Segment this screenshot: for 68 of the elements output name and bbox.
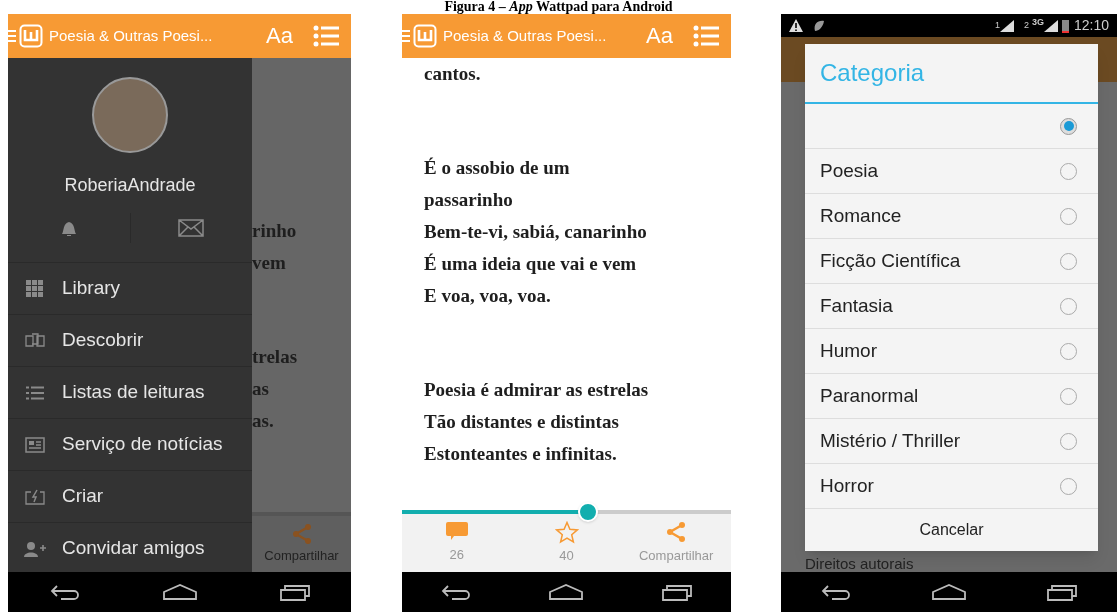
home-button[interactable] bbox=[548, 583, 585, 601]
share-icon bbox=[290, 522, 313, 547]
category-option[interactable]: Romance bbox=[805, 194, 1098, 239]
poem-line: as bbox=[252, 377, 270, 401]
slider-thumb[interactable] bbox=[577, 502, 598, 522]
category-option[interactable]: Horror bbox=[805, 464, 1098, 509]
category-option[interactable]: Humor bbox=[805, 329, 1098, 374]
poem-line: passarinho bbox=[424, 188, 514, 212]
newspaper-icon bbox=[25, 436, 45, 453]
envelope-icon[interactable] bbox=[178, 219, 205, 237]
home-button[interactable] bbox=[161, 583, 198, 601]
category-option[interactable]: Ficção Científica bbox=[805, 239, 1098, 284]
grid-icon bbox=[26, 279, 44, 298]
recent-apps-button[interactable] bbox=[660, 583, 693, 601]
lightning-frame-icon bbox=[25, 488, 45, 505]
poem-line: Poesia é admirar as estrelas bbox=[424, 378, 650, 402]
cancel-button[interactable]: Cancelar bbox=[805, 509, 1098, 551]
network-type: 3G bbox=[1031, 16, 1044, 29]
clock: 12:10 bbox=[1073, 16, 1109, 35]
poem-line: trelas bbox=[252, 345, 299, 369]
recent-apps-button[interactable] bbox=[278, 583, 311, 601]
table-of-contents-icon[interactable] bbox=[313, 25, 339, 47]
story-title: Poesia & Outras Poesi... bbox=[49, 25, 213, 46]
star-icon bbox=[554, 520, 579, 544]
poem-line: rinho bbox=[252, 219, 298, 243]
poem-line: cantos. bbox=[424, 62, 482, 86]
story-title: Poesia & Outras Poesi... bbox=[443, 25, 607, 46]
category-option[interactable]: Fantasia bbox=[805, 284, 1098, 329]
back-button[interactable] bbox=[48, 583, 81, 601]
dimmed-section-title: Direitos autorais bbox=[804, 556, 915, 572]
username: RoberiaAndrade bbox=[64, 174, 196, 197]
table-of-contents-icon[interactable] bbox=[693, 25, 719, 47]
share-label: Compartilhar bbox=[264, 547, 339, 566]
home-button[interactable] bbox=[931, 583, 967, 601]
drawer-menu-item[interactable]: Library bbox=[8, 263, 252, 315]
sim-label: 1 bbox=[994, 18, 1000, 32]
back-button[interactable] bbox=[440, 583, 473, 601]
poem-line: É o assobio de um bbox=[424, 156, 571, 180]
poem-line: Tão distantes e distintas bbox=[424, 410, 620, 434]
add-person-icon bbox=[24, 540, 46, 557]
poem-line: as. bbox=[252, 409, 275, 433]
poem-line: E voa, voa, voa. bbox=[424, 284, 552, 308]
poem-line: Estonteantes e infinitas. bbox=[424, 442, 618, 466]
warning-icon bbox=[789, 19, 803, 32]
cards-icon bbox=[25, 332, 45, 349]
leaf-icon bbox=[813, 19, 824, 32]
category-option[interactable]: Mistério / Thriller bbox=[805, 419, 1098, 464]
logo-icon bbox=[413, 24, 437, 48]
drawer-menu-icon[interactable] bbox=[402, 29, 410, 43]
category-option[interactable]: Poesia bbox=[805, 149, 1098, 194]
poem-line: É uma ideia que vai e vem bbox=[424, 252, 638, 276]
radio-button[interactable] bbox=[1060, 117, 1077, 135]
back-button[interactable] bbox=[820, 583, 853, 601]
signal-icon bbox=[1043, 19, 1058, 32]
drawer-menu-icon[interactable] bbox=[8, 29, 16, 43]
sim-label: 2 bbox=[1023, 18, 1029, 32]
list-icon bbox=[26, 385, 44, 400]
drawer-menu-item[interactable]: Serviço de notícias bbox=[8, 419, 252, 471]
logo-icon bbox=[19, 24, 43, 48]
battery-icon bbox=[1061, 18, 1069, 33]
dialog-title: Categoria bbox=[820, 58, 925, 88]
category-option[interactable]: Paranormal bbox=[805, 374, 1098, 419]
share-icon bbox=[665, 520, 688, 545]
recent-apps-button[interactable] bbox=[1045, 583, 1078, 601]
signal-icon bbox=[999, 19, 1014, 32]
figure-caption: Figura 4 – App Wattpad para Android bbox=[444, 0, 673, 14]
poem-line: vem bbox=[252, 251, 287, 275]
poem-line: Bem-te-vi, sabiá, canarinho bbox=[424, 220, 648, 244]
